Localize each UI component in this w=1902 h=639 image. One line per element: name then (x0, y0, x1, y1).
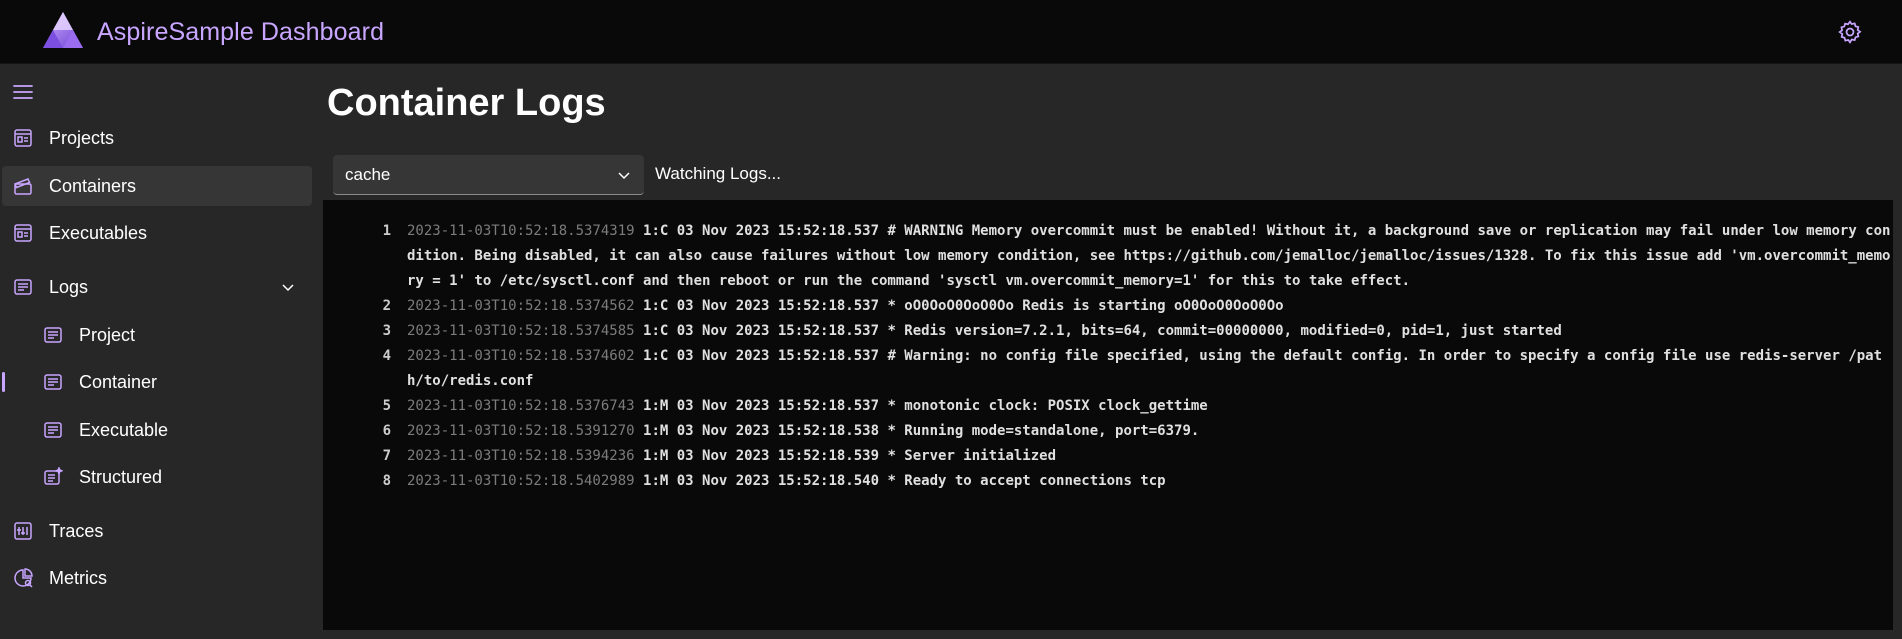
chevron-down-icon (616, 167, 632, 183)
log-message: 1:M 03 Nov 2023 15:52:18.539 * Server in… (643, 448, 1057, 464)
sidebar-item-label: Logs (49, 276, 89, 297)
aspire-logo-icon[interactable] (42, 11, 84, 49)
log-line: 2023-11-03T10:52:18.5402989 1:M 03 Nov 2… (407, 469, 1892, 494)
status-text: Watching Logs... (655, 164, 781, 183)
log-file-icon (42, 371, 64, 393)
log-line: 2023-11-03T10:52:18.5374562 1:C 03 Nov 2… (407, 294, 1892, 319)
sidebar-item-traces[interactable]: Traces (2, 511, 312, 551)
active-indicator (2, 372, 5, 392)
log-message: 1:C 03 Nov 2023 15:52:18.537 * oO0OoO0Oo… (643, 298, 1284, 314)
log-line-number: 8 (382, 473, 391, 489)
sidebar-item-containers[interactable]: Containers (2, 166, 312, 206)
sidebar-item-label: Project (79, 324, 136, 345)
containers-icon (12, 175, 34, 197)
sidebar-item-label: Structured (79, 466, 163, 487)
app-header: AspireSample Dashboard (0, 0, 1902, 64)
log-line: 2023-11-03T10:52:18.5394236 1:M 03 Nov 2… (407, 444, 1892, 469)
log-line-number: 5 (382, 398, 391, 414)
app-title[interactable]: AspireSample Dashboard (97, 18, 384, 47)
log-line: 2023-11-03T10:52:18.5391270 1:M 03 Nov 2… (407, 419, 1892, 444)
container-select[interactable]: cache (333, 155, 644, 195)
log-line-number: 7 (382, 448, 391, 464)
log-line-number: 2 (382, 298, 391, 314)
container-select-value: cache (345, 165, 391, 184)
log-message: 1:C 03 Nov 2023 15:52:18.537 * Redis ver… (643, 323, 1562, 339)
logs-icon (12, 276, 34, 298)
sidebar-item-projects[interactable]: Projects (2, 118, 312, 158)
log-line-number: 6 (382, 423, 391, 439)
sidebar-item-label: Projects (49, 127, 115, 148)
log-timestamp: 2023-11-03T10:52:18.5402989 (407, 473, 635, 489)
log-timestamp: 2023-11-03T10:52:18.5376743 (407, 398, 635, 414)
log-timestamp: 2023-11-03T10:52:18.5391270 (407, 423, 635, 439)
hamburger-icon[interactable] (12, 82, 36, 102)
structured-log-icon (42, 466, 64, 488)
traces-icon (12, 520, 34, 542)
log-line: 2023-11-03T10:52:18.5374319 1:C 03 Nov 2… (407, 219, 1892, 294)
projects-icon (12, 127, 34, 149)
app-window: AspireSample Dashboard Projects Containe (0, 0, 1902, 639)
sidebar-item-label: Container (79, 371, 158, 392)
gear-icon[interactable] (1836, 18, 1864, 46)
log-line: 2023-11-03T10:52:18.5376743 1:M 03 Nov 2… (407, 394, 1892, 419)
log-message: 1:M 03 Nov 2023 15:52:18.540 * Ready to … (643, 473, 1166, 489)
sidebar: Projects Containers Executables Logs Pro… (0, 64, 320, 639)
sidebar-item-container-logs[interactable]: Container (2, 362, 312, 402)
log-line-number: 3 (382, 323, 391, 339)
log-message: 1:M 03 Nov 2023 15:52:18.538 * Running m… (643, 423, 1200, 439)
sidebar-item-label: Traces (49, 520, 104, 541)
sidebar-item-structured-logs[interactable]: Structured (2, 457, 312, 497)
log-timestamp: 2023-11-03T10:52:18.5374602 (407, 348, 635, 364)
log-timestamp: 2023-11-03T10:52:18.5394236 (407, 448, 635, 464)
sidebar-item-executable-logs[interactable]: Executable (2, 410, 312, 450)
log-viewer[interactable]: 1 2023-11-03T10:52:18.5374319 1:C 03 Nov… (323, 200, 1893, 630)
log-line: 2023-11-03T10:52:18.5374585 1:C 03 Nov 2… (407, 319, 1892, 344)
sidebar-item-metrics[interactable]: Metrics (2, 558, 312, 598)
log-timestamp: 2023-11-03T10:52:18.5374319 (407, 223, 635, 239)
sidebar-item-logs[interactable]: Logs (2, 267, 312, 307)
sidebar-item-label: Executables (49, 222, 148, 243)
sidebar-item-label: Containers (49, 175, 137, 196)
sidebar-item-project-logs[interactable]: Project (2, 315, 312, 355)
chevron-down-icon[interactable] (280, 279, 296, 295)
log-timestamp: 2023-11-03T10:52:18.5374562 (407, 298, 635, 314)
executables-icon (12, 222, 34, 244)
log-message: 1:M 03 Nov 2023 15:52:18.537 * monotonic… (643, 398, 1208, 414)
sidebar-item-label: Executable (79, 419, 169, 440)
log-file-icon (42, 324, 64, 346)
log-line-number: 1 (382, 223, 391, 239)
page-title: Container Logs (327, 82, 606, 124)
log-timestamp: 2023-11-03T10:52:18.5374585 (407, 323, 635, 339)
sidebar-item-label: Metrics (49, 567, 107, 588)
sidebar-item-executables[interactable]: Executables (2, 213, 312, 253)
metrics-icon (12, 567, 34, 589)
log-line-number: 4 (382, 348, 391, 364)
log-file-icon (42, 419, 64, 441)
log-line: 2023-11-03T10:52:18.5374602 1:C 03 Nov 2… (407, 344, 1892, 394)
